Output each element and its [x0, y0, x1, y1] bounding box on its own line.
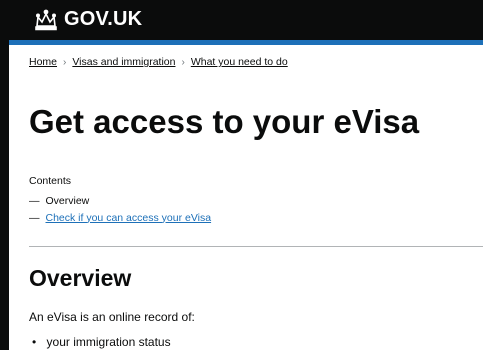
contents-list: — Overview — Check if you can access you…: [29, 192, 211, 226]
breadcrumb-home[interactable]: Home: [29, 56, 57, 68]
list-item: • your immigration status: [32, 335, 171, 349]
list-item-text: your immigration status: [46, 335, 171, 349]
logo-text: GOV.UK: [64, 8, 143, 30]
contents-link-check-access[interactable]: Check if you can access your eVisa: [46, 212, 212, 224]
chevron-right-icon: ›: [181, 56, 185, 68]
section-divider: [29, 246, 483, 247]
contents-item-check-access: — Check if you can access your eVisa: [29, 209, 211, 226]
section-paragraph: An eVisa is an online record of:: [29, 310, 195, 324]
crown-icon: [35, 9, 57, 30]
section-heading: Overview: [29, 265, 132, 291]
contents-label: Contents: [29, 175, 72, 187]
dash-icon: —: [29, 194, 40, 207]
bullet-icon: •: [32, 335, 37, 349]
govuk-logo-link[interactable]: GOV.UK: [33, 8, 142, 31]
chevron-right-icon: ›: [63, 56, 67, 68]
screen-edge: [0, 0, 9, 350]
header-blue-stripe: [9, 40, 483, 45]
dash-icon: —: [29, 211, 40, 224]
site-header: GOV.UK: [9, 0, 483, 40]
breadcrumb-what-you-need-to-do[interactable]: What you need to do: [191, 56, 288, 68]
breadcrumb: Home › Visas and immigration › What you …: [29, 56, 288, 68]
breadcrumb-visas-and-immigration[interactable]: Visas and immigration: [72, 56, 175, 68]
page-title: Get access to your eVisa: [29, 103, 420, 140]
contents-item-overview: — Overview: [29, 192, 211, 209]
contents-item-label: Overview: [45, 194, 90, 207]
